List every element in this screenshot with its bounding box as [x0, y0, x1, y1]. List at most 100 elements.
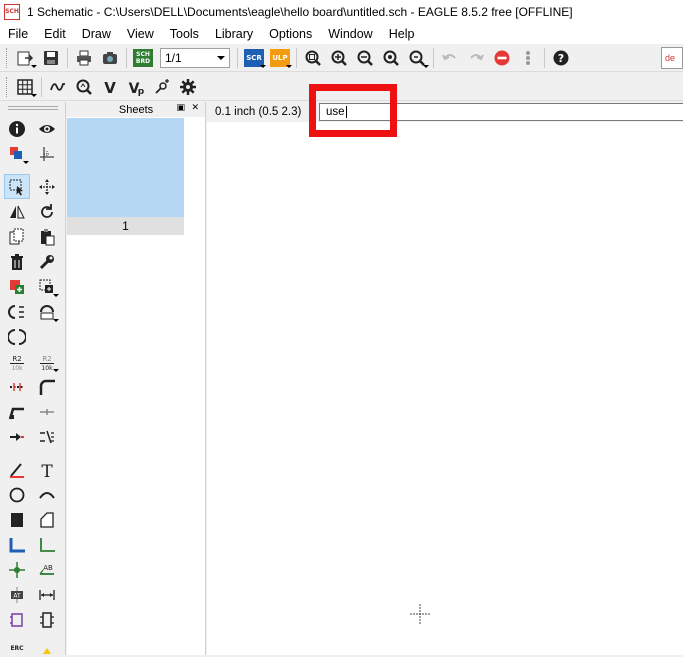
- menu-help[interactable]: Help: [381, 24, 423, 44]
- simulate-button[interactable]: [45, 75, 71, 99]
- name-label-icon: R210k: [10, 355, 24, 371]
- undock-icon[interactable]: ▣: [176, 102, 185, 113]
- chevron-down-icon: [286, 64, 292, 68]
- erc-icon: ERC: [10, 645, 24, 652]
- bus-split-button[interactable]: [34, 424, 60, 449]
- info-button[interactable]: [4, 116, 30, 141]
- gate-swap-button[interactable]: [4, 299, 30, 324]
- smash-button[interactable]: [4, 374, 30, 399]
- menu-view[interactable]: View: [119, 24, 162, 44]
- errors-button[interactable]: [34, 632, 60, 657]
- module-button[interactable]: [34, 607, 60, 632]
- zoom-in-icon: [331, 50, 347, 66]
- split-button[interactable]: [4, 399, 30, 424]
- sheet-number-label[interactable]: 1: [67, 217, 184, 235]
- redo-button[interactable]: [463, 46, 489, 70]
- erc-button[interactable]: ERC: [4, 632, 30, 657]
- junction-button[interactable]: [4, 557, 30, 582]
- switch-to-board-button[interactable]: SCH BRD: [130, 46, 156, 70]
- svg-text:R2: R2: [12, 355, 21, 363]
- group-select-button[interactable]: [4, 174, 30, 199]
- mirror-button[interactable]: [4, 199, 30, 224]
- polygon-button[interactable]: [34, 507, 60, 532]
- sheet-select[interactable]: 1/1: [160, 47, 230, 68]
- pin-swap-button[interactable]: [34, 299, 60, 324]
- cam-button[interactable]: [97, 46, 123, 70]
- menu-window[interactable]: Window: [320, 24, 380, 44]
- attribute-button[interactable]: AT: [4, 582, 30, 607]
- go-button[interactable]: [515, 46, 541, 70]
- open-button[interactable]: [12, 46, 38, 70]
- add-probe-button[interactable]: [149, 75, 175, 99]
- slice-button[interactable]: [4, 424, 30, 449]
- add-part-button[interactable]: [4, 274, 30, 299]
- ulp-button[interactable]: ULP: [267, 46, 293, 70]
- settings-button[interactable]: [175, 75, 201, 99]
- menu-library[interactable]: Library: [207, 24, 261, 44]
- paste-button[interactable]: [34, 224, 60, 249]
- slice-icon: [10, 432, 24, 441]
- svg-text:p: p: [138, 87, 145, 96]
- help-button[interactable]: ?: [548, 46, 574, 70]
- frame-button[interactable]: [4, 607, 30, 632]
- menu-file[interactable]: File: [0, 24, 36, 44]
- name-button[interactable]: R2 10k: [4, 349, 30, 374]
- copy-button[interactable]: [4, 224, 30, 249]
- grid-button[interactable]: [12, 75, 38, 99]
- menu-tools[interactable]: Tools: [162, 24, 207, 44]
- waveform-icon: [50, 82, 65, 91]
- dimension-button[interactable]: [34, 582, 60, 607]
- value-label-icon: R210k: [40, 355, 54, 371]
- toolbar-grip[interactable]: [6, 47, 8, 68]
- zoom-fit-button[interactable]: [300, 46, 326, 70]
- value-button[interactable]: R2 10k: [34, 349, 60, 374]
- phase-probe-button[interactable]: Vp: [123, 75, 149, 99]
- close-icon[interactable]: ✕: [191, 102, 199, 113]
- print-button[interactable]: [71, 46, 97, 70]
- menu-options[interactable]: Options: [261, 24, 320, 44]
- move-button[interactable]: [34, 174, 60, 199]
- optimize-button[interactable]: [34, 399, 60, 424]
- text-button[interactable]: T: [34, 457, 60, 482]
- rectangle-button[interactable]: [4, 507, 30, 532]
- title-bar: SCH 1 Schematic - C:\Users\DELL\Document…: [0, 0, 683, 24]
- line-button[interactable]: [4, 457, 30, 482]
- redraw-button[interactable]: [378, 46, 404, 70]
- bus-icon: [9, 537, 25, 552]
- menu-draw[interactable]: Draw: [74, 24, 119, 44]
- bus-button[interactable]: [4, 532, 30, 557]
- menu-edit[interactable]: Edit: [36, 24, 74, 44]
- circle-button[interactable]: [4, 482, 30, 507]
- net-button[interactable]: [34, 532, 60, 557]
- arc-button[interactable]: [34, 482, 60, 507]
- miter-icon: [39, 379, 55, 395]
- rotate-button[interactable]: [34, 199, 60, 224]
- design-link-logo[interactable]: de: [661, 47, 683, 69]
- voltage-probe-button[interactable]: V: [97, 75, 123, 99]
- zoom-out-button[interactable]: [352, 46, 378, 70]
- miter-button[interactable]: [34, 374, 60, 399]
- probe-button[interactable]: [71, 75, 97, 99]
- gear-icon: [180, 78, 196, 95]
- script-button[interactable]: SCR: [241, 46, 267, 70]
- display-layers-button[interactable]: [4, 141, 30, 166]
- show-button[interactable]: [34, 116, 60, 141]
- save-button[interactable]: [38, 46, 64, 70]
- arc-icon: [39, 491, 55, 499]
- mark-button[interactable]: [34, 141, 60, 166]
- label-button[interactable]: AB: [34, 557, 60, 582]
- undo-button[interactable]: [437, 46, 463, 70]
- delete-button[interactable]: [4, 249, 30, 274]
- zoom-in-button[interactable]: [326, 46, 352, 70]
- frame-icon: [10, 612, 23, 627]
- zoom-select-button[interactable]: [404, 46, 430, 70]
- sheet-thumbnail[interactable]: [67, 118, 184, 217]
- change-button[interactable]: [34, 249, 60, 274]
- stop-button[interactable]: [489, 46, 515, 70]
- sidebar-grip[interactable]: [8, 106, 58, 110]
- replace-button[interactable]: [34, 274, 60, 299]
- toolbar-grip[interactable]: [6, 76, 8, 97]
- invoke-button[interactable]: [4, 324, 30, 349]
- schematic-canvas[interactable]: [207, 122, 683, 655]
- swap-pin-icon: [40, 304, 54, 319]
